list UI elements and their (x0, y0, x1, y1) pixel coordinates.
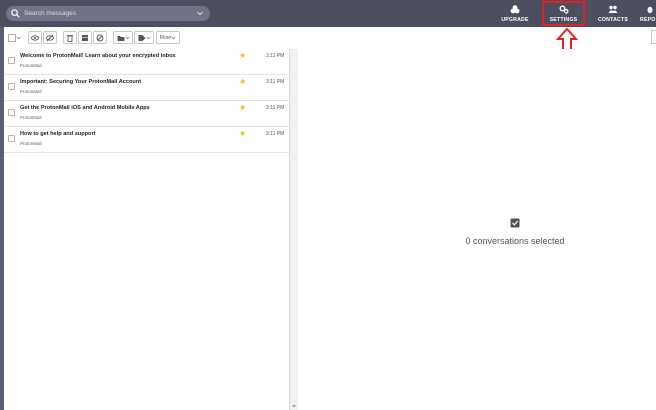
message-row[interactable]: Get the ProtonMail iOS and Android Mobil… (4, 101, 289, 127)
archive-button[interactable] (78, 31, 92, 44)
spam-button[interactable] (93, 31, 107, 44)
message-subject: Get the ProtonMail iOS and Android Mobil… (20, 105, 150, 111)
row-checkbox[interactable] (8, 109, 15, 116)
star-icon[interactable]: ★ (239, 130, 246, 138)
message-subject: Important: Securing Your ProtonMail Acco… (20, 79, 142, 85)
reading-pane-toggle[interactable] (651, 30, 656, 44)
move-to-folder-dropdown[interactable] (113, 31, 133, 44)
settings-highlight-box (542, 1, 585, 26)
message-row[interactable]: Welcome to ProtonMail! Learn about your … (4, 49, 289, 75)
nav-upgrade[interactable]: UPGRADE (498, 5, 532, 25)
contacts-icon (608, 5, 618, 13)
nav-contacts-label: CONTACTS (597, 17, 629, 23)
mark-read-button[interactable] (28, 31, 42, 44)
message-time: 3:11 PM (266, 131, 285, 137)
chevron-down-icon (124, 36, 130, 40)
folder-icon (117, 35, 124, 41)
message-time: 3:11 PM (266, 53, 285, 59)
trash-icon (67, 34, 73, 42)
chevron-down-icon[interactable] (196, 9, 204, 17)
reading-pane (298, 49, 656, 410)
selection-status: 0 conversations selected (465, 236, 565, 246)
mark-unread-button[interactable] (43, 31, 57, 44)
nav-contacts[interactable]: CONTACTS (594, 5, 632, 25)
chevron-down-icon (145, 36, 151, 40)
archive-icon (82, 34, 88, 41)
block-icon (96, 34, 104, 41)
nav-reports-label: REPO (640, 17, 656, 23)
message-subject: Welcome to ProtonMail! Learn about your … (20, 53, 176, 59)
select-all-dropdown[interactable] (7, 31, 22, 44)
more-dropdown[interactable]: More (156, 31, 180, 44)
nav-reports[interactable]: REPO (640, 5, 656, 25)
star-icon[interactable]: ★ (239, 104, 246, 112)
upgrade-icon (510, 5, 520, 14)
eye-slash-icon (46, 34, 54, 41)
message-time: 3:11 PM (266, 79, 285, 85)
message-row[interactable]: How to get help and support ProtonMail ★… (4, 127, 289, 153)
search-icon (11, 9, 20, 18)
star-icon[interactable]: ★ (239, 52, 246, 60)
checkbox-icon (8, 33, 16, 42)
search-box[interactable]: Search messages (6, 6, 210, 21)
row-checkbox[interactable] (8, 83, 15, 90)
message-sender: ProtonMail (20, 89, 42, 94)
message-sender: ProtonMail (20, 63, 42, 68)
message-toolbar: More (4, 28, 656, 48)
checkbox-checked-icon (510, 218, 520, 228)
bug-icon (647, 6, 653, 14)
message-list: Welcome to ProtonMail! Learn about your … (4, 49, 289, 410)
more-label: More (159, 34, 172, 41)
message-subject: How to get help and support (20, 131, 96, 137)
scroll-down-arrow-icon[interactable] (291, 403, 297, 409)
chevron-down-icon (171, 36, 176, 40)
label-dropdown[interactable] (134, 31, 154, 44)
eye-icon (31, 34, 39, 41)
trash-button[interactable] (63, 31, 77, 44)
tag-icon (138, 34, 145, 41)
row-checkbox[interactable] (8, 57, 15, 64)
search-input[interactable]: Search messages (24, 8, 76, 19)
nav-upgrade-label: UPGRADE (501, 17, 529, 23)
message-sender: ProtonMail (20, 141, 42, 146)
row-checkbox[interactable] (8, 135, 15, 142)
star-icon[interactable]: ★ (239, 78, 246, 86)
message-row[interactable]: Important: Securing Your ProtonMail Acco… (4, 75, 289, 101)
message-sender: ProtonMail (20, 115, 42, 120)
chevron-down-icon (16, 36, 21, 40)
message-time: 3:11 PM (266, 105, 285, 111)
message-list-scrollbar[interactable] (290, 49, 298, 410)
